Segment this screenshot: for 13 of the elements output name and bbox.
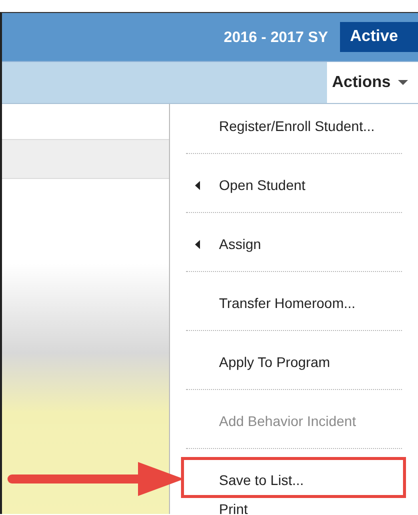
school-year: 2016 - 2017 SY <box>224 28 328 46</box>
submenu-arrow-icon <box>195 181 200 190</box>
caret-icon <box>398 80 408 85</box>
menu-item[interactable]: Save to List... <box>181 457 406 498</box>
menu-item[interactable]: Transfer Homeroom... <box>170 289 418 348</box>
menu-item[interactable]: Print <box>170 495 418 514</box>
actions-dropdown[interactable]: Actions <box>327 62 418 103</box>
menu-item[interactable]: Assign <box>170 230 418 289</box>
menu-item[interactable]: Apply To Program <box>170 348 418 407</box>
menu-item[interactable]: Open Student <box>170 171 418 230</box>
menu-item[interactable]: Register/Enroll Student... <box>170 112 418 171</box>
status-badge: Active <box>340 22 418 52</box>
submenu-arrow-icon <box>195 240 200 249</box>
